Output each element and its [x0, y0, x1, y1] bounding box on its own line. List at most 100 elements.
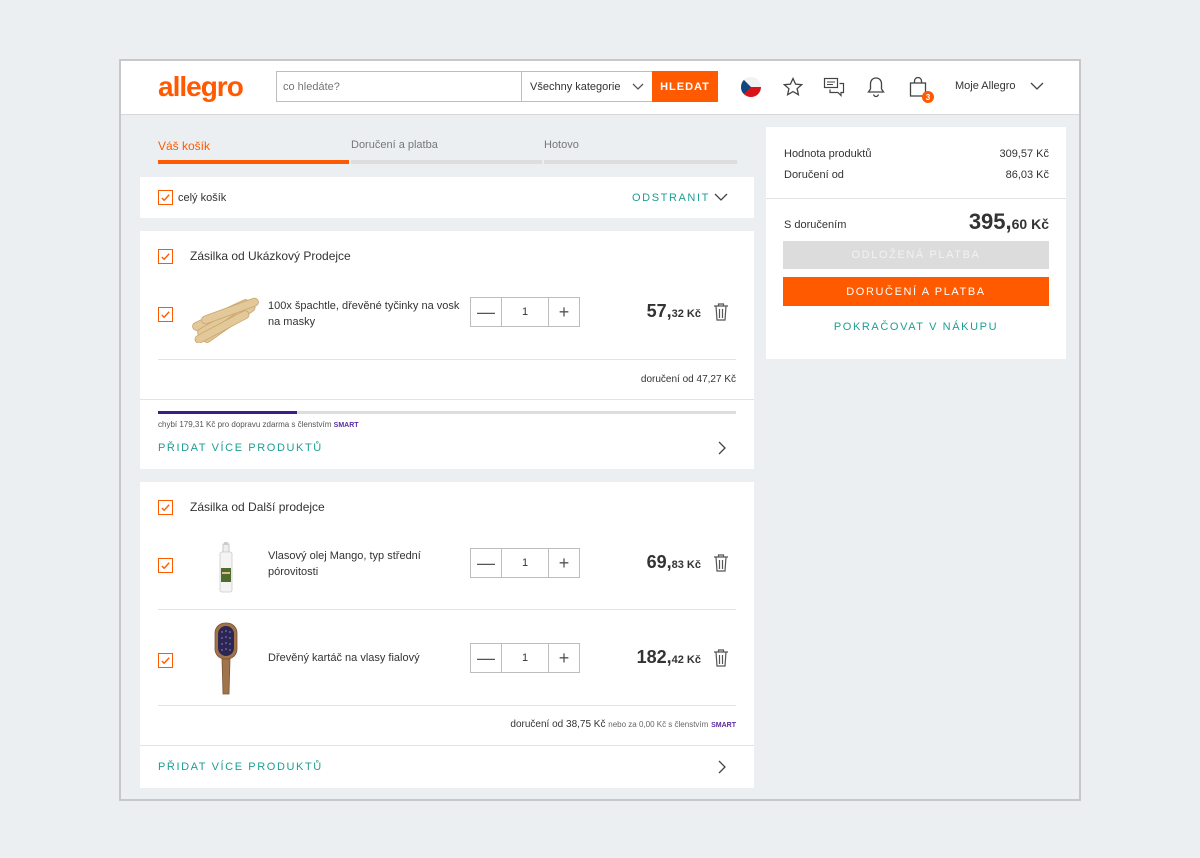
- price-int: 57,: [646, 301, 672, 321]
- trash-icon[interactable]: [713, 553, 729, 573]
- bell-icon[interactable]: [864, 75, 888, 99]
- checkout-steps: Váš košík Doručení a platba Hotovo: [158, 139, 738, 165]
- cart-icon[interactable]: 3: [906, 75, 934, 103]
- messages-icon[interactable]: [822, 75, 846, 99]
- delivery-payment-button[interactable]: DORUČENÍ A PLATBA: [783, 277, 1049, 306]
- item-name[interactable]: Dřevěný kartáč na vlasy fialový: [268, 652, 420, 664]
- products-value-label: Hodnota produktů: [784, 148, 872, 160]
- czech-flag-icon[interactable]: [739, 75, 763, 99]
- step-bar-active: [158, 160, 349, 164]
- delivery-cost: doručení od 47,27 Kč: [640, 374, 736, 385]
- item-name-line: pórovitosti: [268, 566, 319, 578]
- wooden-sticks-image[interactable]: [188, 281, 264, 343]
- step-bar: [351, 160, 542, 164]
- chevron-down-icon: [1030, 82, 1044, 90]
- step-cart[interactable]: Váš košík: [158, 139, 210, 153]
- smart-note-text: chybí 179,31 Kč pro dopravu zdarma s čle…: [158, 420, 332, 429]
- add-more-products-link[interactable]: PŘIDAT VÍCE PRODUKTŮ: [158, 442, 323, 454]
- oil-bottle-image[interactable]: [216, 542, 236, 596]
- quantity-stepper: — 1 +: [470, 297, 580, 327]
- decrease-button[interactable]: —: [471, 644, 501, 672]
- remove-button[interactable]: ODSTRANIT: [632, 192, 710, 204]
- chevron-down-icon: [632, 83, 644, 90]
- divider: [766, 198, 1066, 199]
- category-select[interactable]: Všechny kategorie: [522, 72, 652, 101]
- item-checkbox[interactable]: [158, 307, 173, 322]
- divider: [158, 359, 736, 360]
- chevron-right-icon[interactable]: [718, 441, 726, 455]
- total-label: S doručením: [784, 219, 847, 231]
- top-header: allegro Všechny kategorie HLEDAT 3 Moje …: [121, 61, 1079, 115]
- shipment-checkbox[interactable]: [158, 249, 173, 264]
- item-name-line: Vlasový olej Mango, typ střední: [268, 550, 421, 562]
- price-dec: 32 Kč: [671, 308, 701, 320]
- select-all-label: celý košík: [178, 192, 227, 204]
- products-value: 309,57 Kč: [999, 148, 1049, 160]
- shipment-card: Zásilka od Další prodejce Vlasový olej M…: [140, 482, 754, 788]
- chevron-right-icon[interactable]: [718, 760, 726, 774]
- shipment-checkbox[interactable]: [158, 500, 173, 515]
- delivery-main: doručení od 38,75 Kč: [510, 719, 606, 730]
- checkmark-icon: [161, 311, 170, 319]
- hair-brush-image[interactable]: [212, 622, 240, 696]
- divider: [140, 399, 754, 400]
- increase-button[interactable]: +: [549, 298, 579, 326]
- step-bar: [544, 160, 737, 164]
- price-int: 69,: [646, 552, 672, 572]
- star-icon[interactable]: [781, 75, 805, 99]
- item-checkbox[interactable]: [158, 558, 173, 573]
- divider: [158, 705, 736, 706]
- increase-button[interactable]: +: [549, 549, 579, 577]
- cart-header-card: celý košík ODSTRANIT: [140, 177, 754, 218]
- checkmark-icon: [161, 253, 170, 261]
- smart-logo: SMART: [333, 422, 359, 429]
- delivery-cost: doručení od 38,75 Kč nebo za 0,00 Kč s č…: [510, 719, 736, 730]
- trash-icon[interactable]: [713, 302, 729, 322]
- quantity-stepper: — 1 +: [470, 643, 580, 673]
- checkmark-icon: [161, 657, 170, 665]
- divider: [140, 745, 754, 746]
- continue-shopping-link[interactable]: POKRAČOVAT V NÁKUPU: [766, 321, 1066, 333]
- smart-logo: SMART: [711, 722, 736, 729]
- item-price: 57,32 Kč: [610, 301, 701, 322]
- total-price: 395,60 Kč: [969, 209, 1049, 235]
- select-all-checkbox[interactable]: [158, 190, 173, 205]
- allegro-logo[interactable]: allegro: [158, 71, 244, 103]
- search-button[interactable]: HLEDAT: [652, 71, 718, 102]
- account-menu[interactable]: Moje Allegro: [955, 80, 1044, 92]
- account-label: Moje Allegro: [955, 80, 1016, 92]
- browser-frame: allegro Všechny kategorie HLEDAT 3 Moje …: [119, 59, 1081, 801]
- step-delivery[interactable]: Doručení a platba: [351, 139, 438, 151]
- add-more-products-link[interactable]: PŘIDAT VÍCE PRODUKTŮ: [158, 761, 323, 773]
- checkmark-icon: [161, 194, 170, 202]
- total-dec: 60 Kč: [1011, 216, 1049, 232]
- item-price: 69,83 Kč: [610, 552, 701, 573]
- quantity-value[interactable]: 1: [501, 549, 549, 577]
- trash-icon[interactable]: [713, 648, 729, 668]
- search-bar: Všechny kategorie HLEDAT: [276, 71, 718, 102]
- step-done: Hotovo: [544, 139, 579, 151]
- search-input[interactable]: [277, 72, 522, 101]
- smart-note: chybí 179,31 Kč pro dopravu zdarma s čle…: [158, 420, 359, 429]
- item-name-line: 100x špachtle, dřevěné tyčinky na vosk: [268, 300, 460, 312]
- smart-progress-track: [158, 411, 736, 414]
- item-name[interactable]: Vlasový olej Mango, typ střední pórovito…: [268, 548, 421, 580]
- quantity-value[interactable]: 1: [501, 298, 549, 326]
- item-checkbox[interactable]: [158, 653, 173, 668]
- total-int: 395,: [968, 209, 1012, 234]
- shipment-card: Zásilka od Ukázkový Prodejce 100x špacht…: [140, 231, 754, 469]
- increase-button[interactable]: +: [549, 644, 579, 672]
- decrease-button[interactable]: —: [471, 298, 501, 326]
- deferred-payment-button[interactable]: ODLOŽENÁ PLATBA: [783, 241, 1049, 269]
- item-name[interactable]: 100x špachtle, dřevěné tyčinky na vosk n…: [268, 298, 459, 330]
- item-name-line: na masky: [268, 316, 316, 328]
- decrease-button[interactable]: —: [471, 549, 501, 577]
- order-summary: Hodnota produktů 309,57 Kč Doručení od 8…: [766, 127, 1066, 359]
- price-dec: 42 Kč: [671, 654, 701, 666]
- checkmark-icon: [161, 504, 170, 512]
- seller-name: Zásilka od Další prodejce: [190, 500, 325, 514]
- quantity-value[interactable]: 1: [501, 644, 549, 672]
- delivery-value: 86,03 Kč: [1005, 169, 1049, 181]
- category-label: Všechny kategorie: [530, 80, 621, 93]
- chevron-down-icon[interactable]: [714, 193, 728, 202]
